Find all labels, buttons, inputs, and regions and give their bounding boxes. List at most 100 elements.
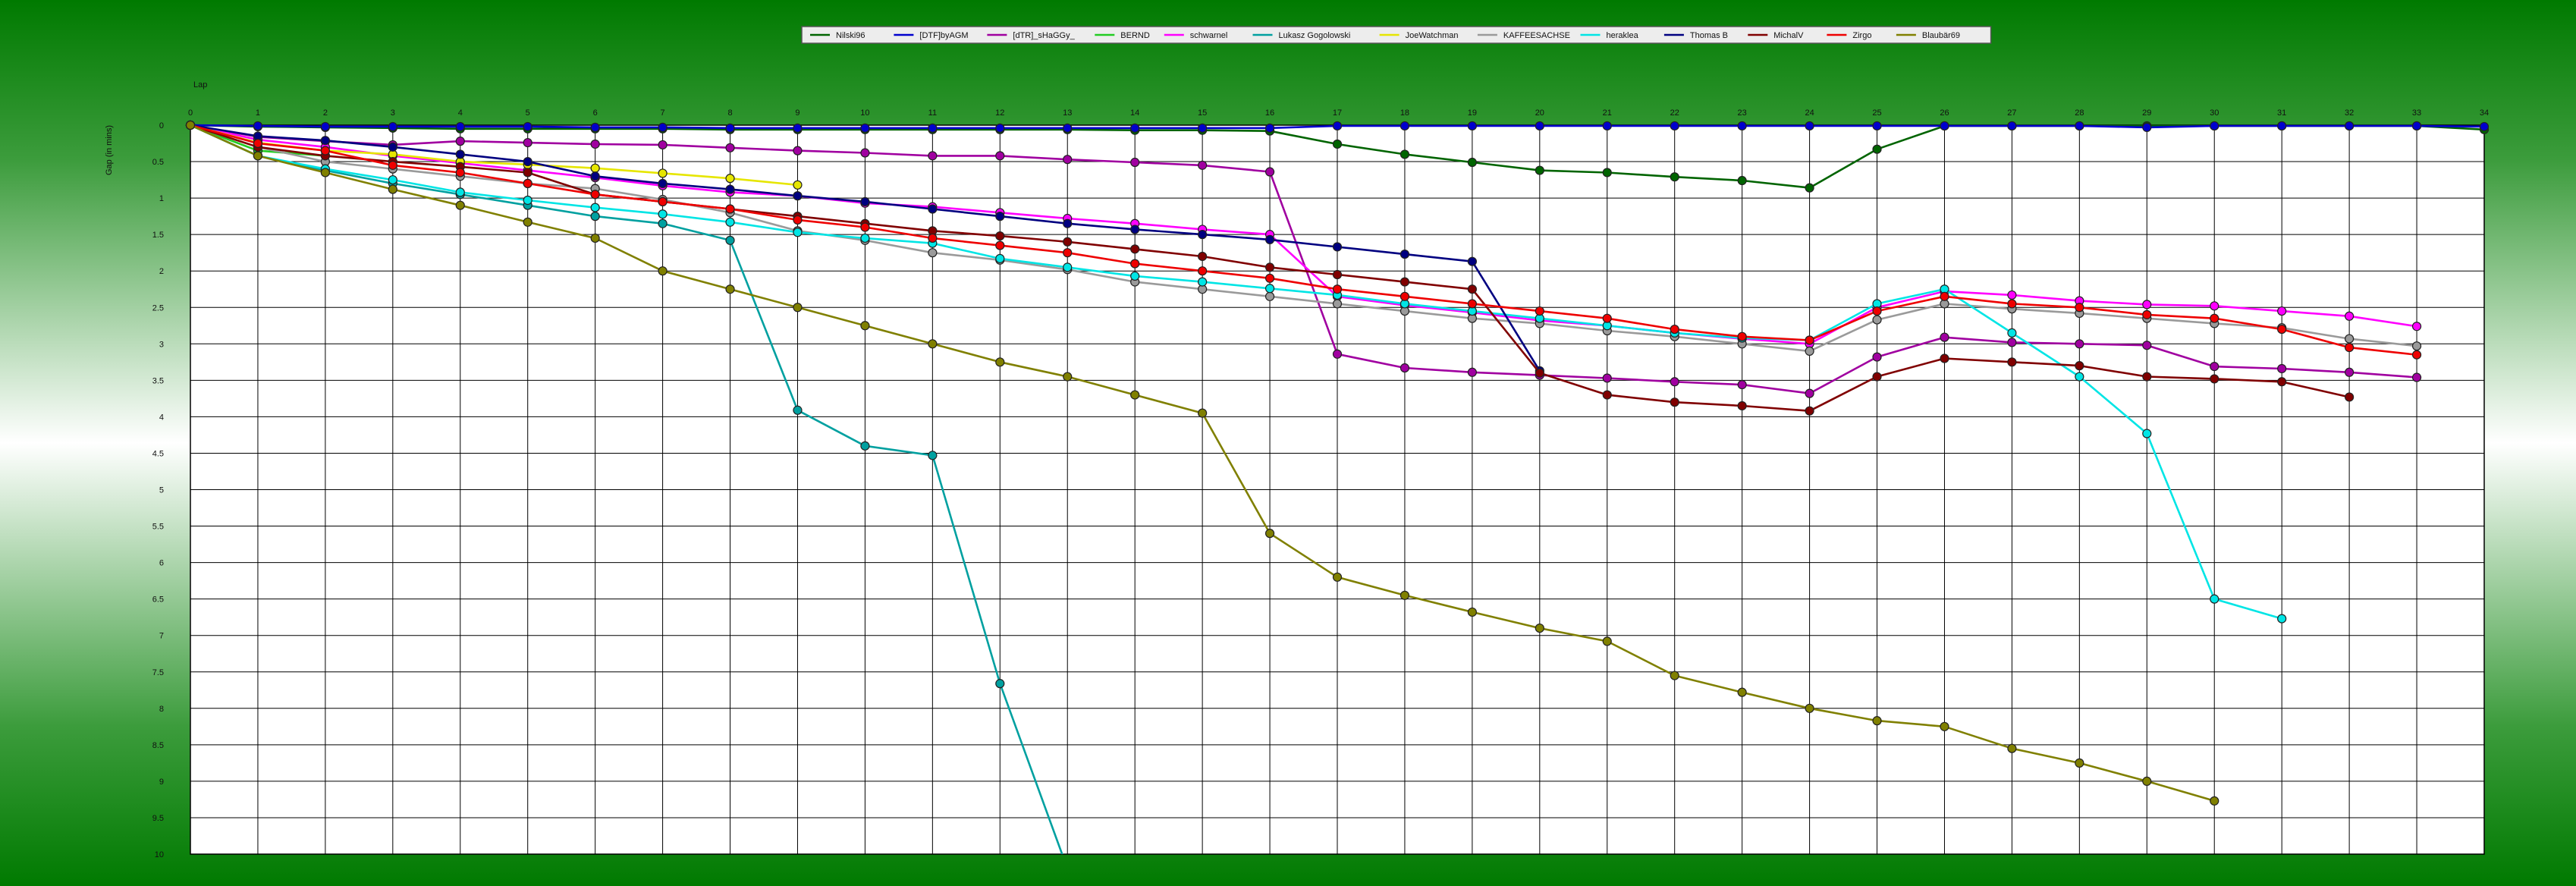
data-point	[523, 217, 532, 227]
data-point	[1198, 160, 1208, 170]
data-point	[860, 321, 870, 331]
data-point	[2142, 341, 2152, 350]
x-tick-label: 14	[1130, 108, 1139, 118]
data-point	[253, 138, 263, 149]
data-point	[2007, 121, 2017, 131]
data-point	[1130, 157, 1140, 168]
data-point	[995, 231, 1005, 241]
data-point	[928, 233, 938, 243]
data-point	[1198, 123, 1208, 133]
data-point	[793, 228, 803, 237]
data-point	[2210, 301, 2219, 311]
legend-label: BERND	[1120, 31, 1150, 40]
data-point	[590, 139, 600, 149]
data-point	[1535, 368, 1544, 378]
data-point	[388, 184, 397, 194]
data-point	[2411, 350, 2422, 360]
data-point	[1198, 230, 1208, 240]
data-point	[1872, 121, 1882, 131]
x-tick-label: 24	[1805, 108, 1814, 118]
data-point	[455, 137, 465, 146]
legend-label: KAFFEESACHSE	[1503, 31, 1570, 40]
data-point	[1332, 242, 1343, 252]
data-point	[2075, 758, 2084, 768]
data-point	[455, 200, 465, 210]
x-tick-label: 2	[323, 108, 328, 118]
y-tick-label: 7.5	[152, 668, 164, 677]
data-point	[793, 405, 803, 415]
data-point	[523, 195, 532, 206]
x-tick-label: 1	[256, 108, 260, 118]
y-tick-label: 4.5	[152, 449, 164, 458]
data-point	[995, 151, 1005, 161]
x-tick-label: 25	[1872, 108, 1881, 118]
data-point	[1063, 262, 1073, 272]
data-point	[2345, 121, 2355, 131]
x-tick-label: 32	[2345, 108, 2354, 118]
x-tick-label: 5	[526, 108, 530, 118]
x-tick-label: 12	[995, 108, 1004, 118]
data-point	[2142, 372, 2152, 382]
data-point	[995, 240, 1005, 250]
y-tick-label: 6.5	[152, 595, 164, 605]
legend-label: Lukasz Gogolowski	[1279, 31, 1351, 40]
data-point	[253, 151, 263, 161]
data-point	[2277, 324, 2287, 335]
data-point	[1872, 306, 1882, 316]
data-point	[320, 136, 330, 146]
data-point	[1063, 155, 1073, 165]
data-point	[2007, 357, 2017, 367]
data-point	[1198, 408, 1208, 418]
data-point	[658, 122, 668, 132]
data-point	[2075, 121, 2084, 131]
data-point	[1805, 388, 1814, 398]
data-point	[1063, 218, 1073, 228]
data-point	[523, 168, 532, 178]
data-point	[1670, 324, 1679, 335]
x-tick-label: 30	[2210, 108, 2219, 118]
legend-label: JoeWatchman	[1406, 31, 1459, 40]
data-point	[2007, 290, 2017, 300]
x-axis-label: Lap	[193, 80, 207, 90]
data-point	[1467, 157, 1477, 168]
x-tick-label: 8	[727, 108, 732, 118]
data-point	[2411, 121, 2422, 131]
data-point	[2345, 343, 2355, 353]
x-tick-label: 27	[2007, 108, 2016, 118]
data-point	[2075, 339, 2084, 349]
x-tick-label: 0	[188, 108, 193, 118]
data-point	[2210, 594, 2219, 604]
data-point	[1130, 244, 1140, 254]
data-point	[725, 204, 735, 214]
data-point	[860, 148, 870, 158]
data-point	[1332, 349, 1343, 359]
data-point	[1940, 353, 1949, 363]
data-point	[995, 679, 1005, 689]
data-point	[590, 190, 600, 200]
data-point	[1198, 251, 1208, 262]
x-tick-label: 7	[661, 108, 665, 118]
y-tick-label: 9.5	[152, 814, 164, 823]
data-point	[2277, 377, 2287, 387]
data-point	[1805, 183, 1814, 193]
data-point	[658, 209, 668, 219]
data-point	[1467, 256, 1477, 266]
y-tick-label: 6	[159, 559, 164, 568]
data-point	[1535, 165, 1544, 175]
data-point	[928, 451, 938, 460]
data-point	[1332, 284, 1343, 294]
data-point	[523, 121, 532, 132]
data-point	[1670, 121, 1679, 131]
data-point	[1940, 291, 1949, 301]
data-point	[2210, 796, 2219, 806]
data-point	[590, 122, 600, 132]
data-point	[1400, 249, 1410, 259]
data-point	[2142, 122, 2152, 132]
data-point	[995, 212, 1005, 222]
data-point	[1264, 529, 1275, 539]
legend-label: Nilski96	[836, 31, 865, 40]
data-point	[2345, 367, 2355, 377]
data-point	[928, 204, 938, 214]
data-point	[1670, 671, 1679, 680]
x-tick-label: 10	[860, 108, 869, 118]
